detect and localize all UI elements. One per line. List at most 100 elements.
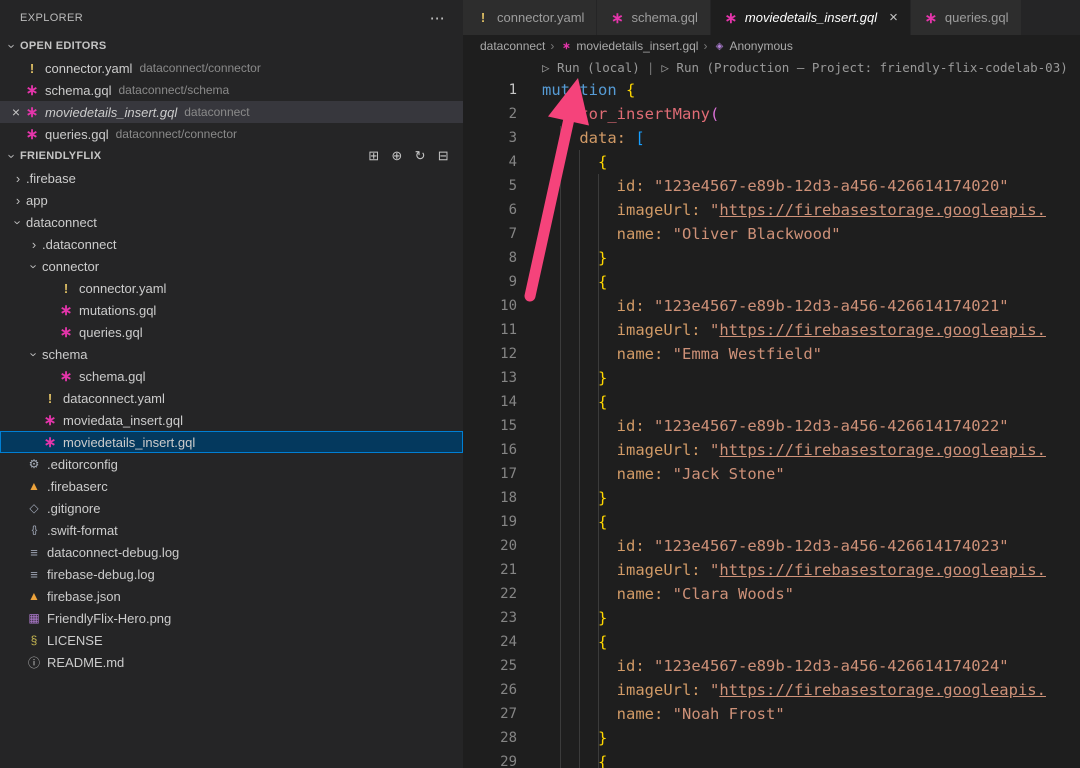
- open-editor-item[interactable]: ∗queries.gqldataconnect/connector: [0, 123, 463, 145]
- tab-bar: !connector.yaml∗schema.gql∗ moviedetails_…: [463, 0, 1080, 35]
- run-local-link[interactable]: ▷ Run (local): [542, 60, 640, 75]
- line-text[interactable]: name: "Oliver Blackwood": [517, 222, 841, 246]
- close-icon[interactable]: ×: [889, 9, 898, 26]
- gear-icon: ⚙: [26, 457, 42, 471]
- tree-folder-dataconnect[interactable]: ›dataconnect: [0, 211, 463, 233]
- tree-file-firebase-json[interactable]: ▲firebase.json: [0, 585, 463, 607]
- tree-folder-dataconnect[interactable]: ›.dataconnect: [0, 233, 463, 255]
- line-text[interactable]: imageUrl: "https://firebasestorage.googl…: [517, 438, 1046, 462]
- line-text[interactable]: name: "Jack Stone": [517, 462, 785, 486]
- more-actions-icon[interactable]: ⋯: [430, 9, 445, 27]
- tree-actions: ⊞ ⊕ ↻ ⊟: [368, 148, 463, 164]
- line-text[interactable]: data: [: [517, 126, 645, 150]
- graphql-icon: ∗: [58, 301, 74, 319]
- tree-file-gitignore[interactable]: ◇.gitignore: [0, 497, 463, 519]
- tree-folder-connector[interactable]: ›connector: [0, 255, 463, 277]
- line-text[interactable]: name: "Emma Westfield": [517, 342, 822, 366]
- tab-queries-gql[interactable]: ∗queries.gql: [911, 0, 1022, 35]
- line-text[interactable]: {: [517, 150, 607, 174]
- close-editor-icon[interactable]: ×: [8, 104, 24, 120]
- line-text[interactable]: {: [517, 750, 607, 768]
- tree-file-moviedata-insert-gql[interactable]: ∗moviedata_insert.gql: [0, 409, 463, 431]
- chevron-down-icon: ›: [5, 38, 20, 54]
- code-line: 27 name: "Noah Frost": [463, 702, 1080, 726]
- line-text[interactable]: name: "Clara Woods": [517, 582, 794, 606]
- line-text[interactable]: }: [517, 366, 607, 390]
- line-text[interactable]: }: [517, 246, 607, 270]
- line-text[interactable]: actor_insertMany(: [517, 102, 719, 126]
- tree-folder-firebase[interactable]: ›.firebase: [0, 167, 463, 189]
- line-text[interactable]: }: [517, 486, 607, 510]
- tree-file-editorconfig[interactable]: ⚙ .editorconfig: [0, 453, 463, 475]
- line-text[interactable]: {: [517, 510, 607, 534]
- tab-connector-yaml[interactable]: !connector.yaml: [463, 0, 597, 35]
- log-icon: ≡: [26, 545, 42, 560]
- tree-file-readme-md[interactable]: ⓘREADME.md: [0, 651, 463, 673]
- tab-label: moviedetails_insert.gql: [745, 10, 877, 25]
- open-editor-item[interactable]: ×∗moviedetails_insert.gqldataconnect: [0, 101, 463, 123]
- tree-file-schema-gql[interactable]: ∗schema.gql: [0, 365, 463, 387]
- line-text[interactable]: id: "123e4567-e89b-12d3-a456-42661417402…: [517, 414, 1009, 438]
- tree-file-firebase-debug-log[interactable]: ≡firebase-debug.log: [0, 563, 463, 585]
- line-text[interactable]: id: "123e4567-e89b-12d3-a456-42661417402…: [517, 534, 1009, 558]
- line-text[interactable]: name: "Noah Frost": [517, 702, 785, 726]
- tab-moviedetails-insert-gql[interactable]: ∗moviedetails_insert.gql×: [711, 0, 911, 35]
- code-token: [542, 609, 598, 627]
- code-token: [663, 345, 672, 363]
- open-editor-item[interactable]: ∗schema.gqldataconnect/schema: [0, 79, 463, 101]
- line-text[interactable]: id: "123e4567-e89b-12d3-a456-42661417402…: [517, 174, 1009, 198]
- tree-file-mutations-gql[interactable]: ∗mutations.gql: [0, 299, 463, 321]
- new-folder-icon[interactable]: ⊕: [391, 148, 402, 164]
- code-token: [542, 585, 617, 603]
- open-editor-item[interactable]: !connector.yamldataconnect/connector: [0, 57, 463, 79]
- tree-file-firebaserc[interactable]: ▲.firebaserc: [0, 475, 463, 497]
- tree-file-dataconnect-debug-log[interactable]: ≡dataconnect-debug.log: [0, 541, 463, 563]
- code-token: [542, 537, 617, 555]
- friendlyflix-header[interactable]: › FRIENDLYFLIX ⊞⊕↻⊟: [0, 145, 463, 167]
- breadcrumb-item-moviedetails-insert-gql[interactable]: ∗moviedetails_insert.gql: [559, 39, 698, 53]
- new-file-icon[interactable]: ⊞: [368, 148, 379, 164]
- item-label: .editorconfig: [47, 457, 118, 472]
- tree-file-dataconnect-yaml[interactable]: !dataconnect.yaml: [0, 387, 463, 409]
- collapse-all-icon[interactable]: ⊟: [438, 148, 449, 164]
- line-text[interactable]: }: [517, 606, 607, 630]
- breadcrumb-item-anonymous[interactable]: ◈Anonymous: [712, 39, 792, 53]
- open-editors-header[interactable]: › OPEN EDITORS: [0, 35, 463, 57]
- tree-file-friendlyflix-hero-png[interactable]: ▦FriendlyFlix-Hero.png: [0, 607, 463, 629]
- line-text[interactable]: imageUrl: "https://firebasestorage.googl…: [517, 678, 1046, 702]
- tree-file-license[interactable]: §LICENSE: [0, 629, 463, 651]
- tab-schema-gql[interactable]: ∗schema.gql: [597, 0, 710, 35]
- breadcrumb-item-dataconnect[interactable]: dataconnect: [480, 39, 545, 53]
- sidebar-title-row: EXPLORER ⋯: [0, 0, 463, 35]
- code-token: }: [598, 609, 607, 627]
- tree-folder-app[interactable]: ›app: [0, 189, 463, 211]
- line-text[interactable]: imageUrl: "https://firebasestorage.googl…: [517, 198, 1046, 222]
- code-line: 2 actor_insertMany(: [463, 102, 1080, 126]
- log-icon: ≡: [26, 567, 42, 582]
- line-text[interactable]: {: [517, 270, 607, 294]
- run-production-link[interactable]: ▷ Run (Production – Project: friendly-fl…: [661, 60, 1067, 75]
- line-text[interactable]: mutation {: [517, 78, 635, 102]
- tree-file-swift-format[interactable]: {}.swift-format: [0, 519, 463, 541]
- line-text[interactable]: {: [517, 390, 607, 414]
- code-token: [542, 489, 598, 507]
- tree-file-moviedetails-insert-gql[interactable]: ∗moviedetails_insert.gql: [0, 431, 463, 453]
- line-text[interactable]: imageUrl: "https://firebasestorage.googl…: [517, 558, 1046, 582]
- code-line: 21 imageUrl: "https://firebasestorage.go…: [463, 558, 1080, 582]
- line-text[interactable]: id: "123e4567-e89b-12d3-a456-42661417402…: [517, 654, 1009, 678]
- tree-folder-schema[interactable]: ›schema: [0, 343, 463, 365]
- line-text[interactable]: }: [517, 726, 607, 750]
- tree-file-queries-gql[interactable]: ∗queries.gql: [0, 321, 463, 343]
- tree-file-connector-yaml[interactable]: !connector.yaml: [0, 277, 463, 299]
- code-token: id:: [617, 537, 645, 555]
- refresh-icon[interactable]: ↻: [415, 148, 426, 164]
- code-token: [542, 345, 617, 363]
- code-token: https://firebasestorage.googleapis.: [719, 441, 1046, 459]
- graphql-icon: ∗: [609, 9, 625, 27]
- line-text[interactable]: id: "123e4567-e89b-12d3-a456-42661417402…: [517, 294, 1009, 318]
- line-text[interactable]: imageUrl: "https://firebasestorage.googl…: [517, 318, 1046, 342]
- code-token: }: [598, 729, 607, 747]
- code-token: name:: [617, 705, 664, 723]
- line-text[interactable]: {: [517, 630, 607, 654]
- code-editor[interactable]: ▷ Run (local) | ▷ Run (Production – Proj…: [463, 57, 1080, 768]
